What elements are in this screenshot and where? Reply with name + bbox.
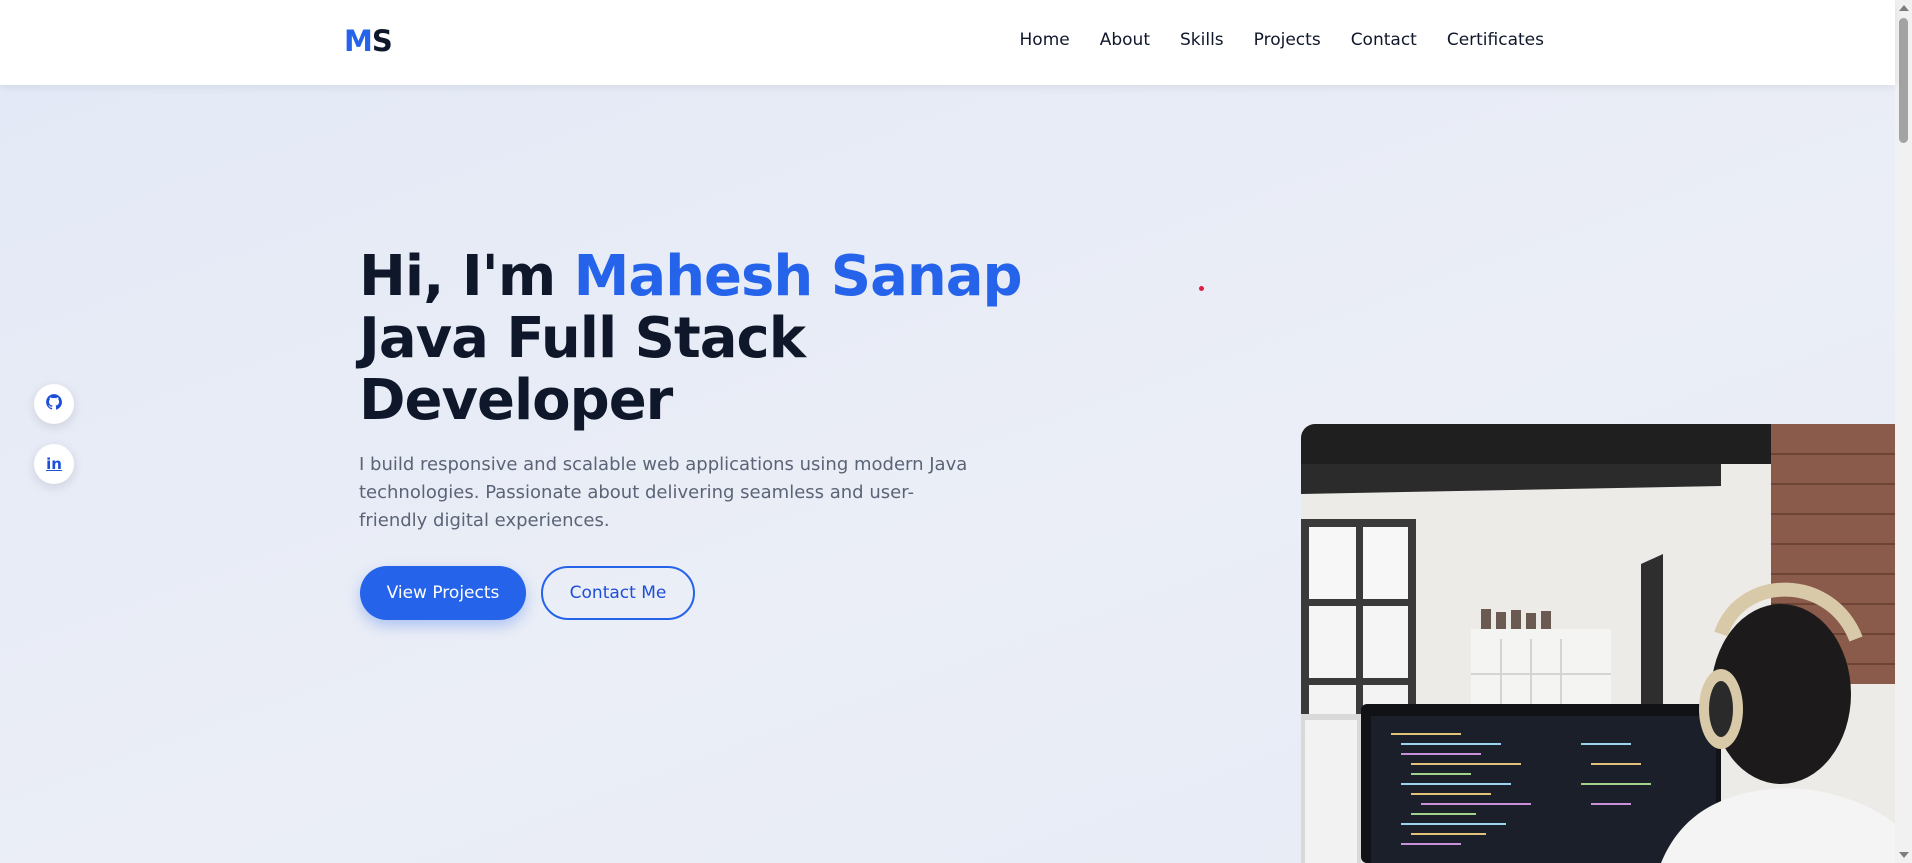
view-projects-button[interactable]: View Projects (360, 566, 526, 620)
linkedin-icon: in (46, 455, 62, 473)
scroll-up-arrow-icon[interactable] (1899, 5, 1909, 11)
nav-link-about[interactable]: About (1100, 30, 1150, 50)
nav-link-contact[interactable]: Contact (1351, 30, 1417, 50)
logo-letter-m: M (344, 24, 373, 58)
decorative-dot (1199, 286, 1204, 291)
scroll-down-arrow-icon[interactable] (1899, 852, 1909, 858)
hero-description: I build responsive and scalable web appl… (359, 454, 968, 531)
main-nav: Home About Skills Projects Contact Certi… (1020, 30, 1544, 50)
site-header: MS Home About Skills Projects Contact Ce… (0, 0, 1895, 85)
nav-link-certificates[interactable]: Certificates (1447, 30, 1544, 50)
nav-link-skills[interactable]: Skills (1180, 30, 1224, 50)
hero-image (1301, 424, 1895, 863)
hero-headline: Hi, I'm Mahesh Sanap Java Full Stack Dev… (359, 244, 1023, 433)
contact-me-button[interactable]: Contact Me (541, 566, 695, 620)
nav-link-home[interactable]: Home (1020, 30, 1070, 50)
nav-link-projects[interactable]: Projects (1254, 30, 1321, 50)
logo-letter-s: S (371, 24, 393, 58)
scroll-thumb[interactable] (1899, 18, 1908, 143)
hero-name: Mahesh Sanap (573, 244, 1023, 309)
github-icon (45, 393, 63, 416)
page-scrollbar[interactable] (1895, 0, 1912, 863)
hero-greeting: Hi, I'm (359, 244, 574, 309)
github-link[interactable] (34, 384, 74, 424)
hero-role-line2: Developer (359, 368, 673, 433)
site-logo[interactable]: MS (344, 24, 393, 58)
hero-role-line1: Java Full Stack (359, 306, 806, 371)
linkedin-link[interactable]: in (34, 444, 74, 484)
